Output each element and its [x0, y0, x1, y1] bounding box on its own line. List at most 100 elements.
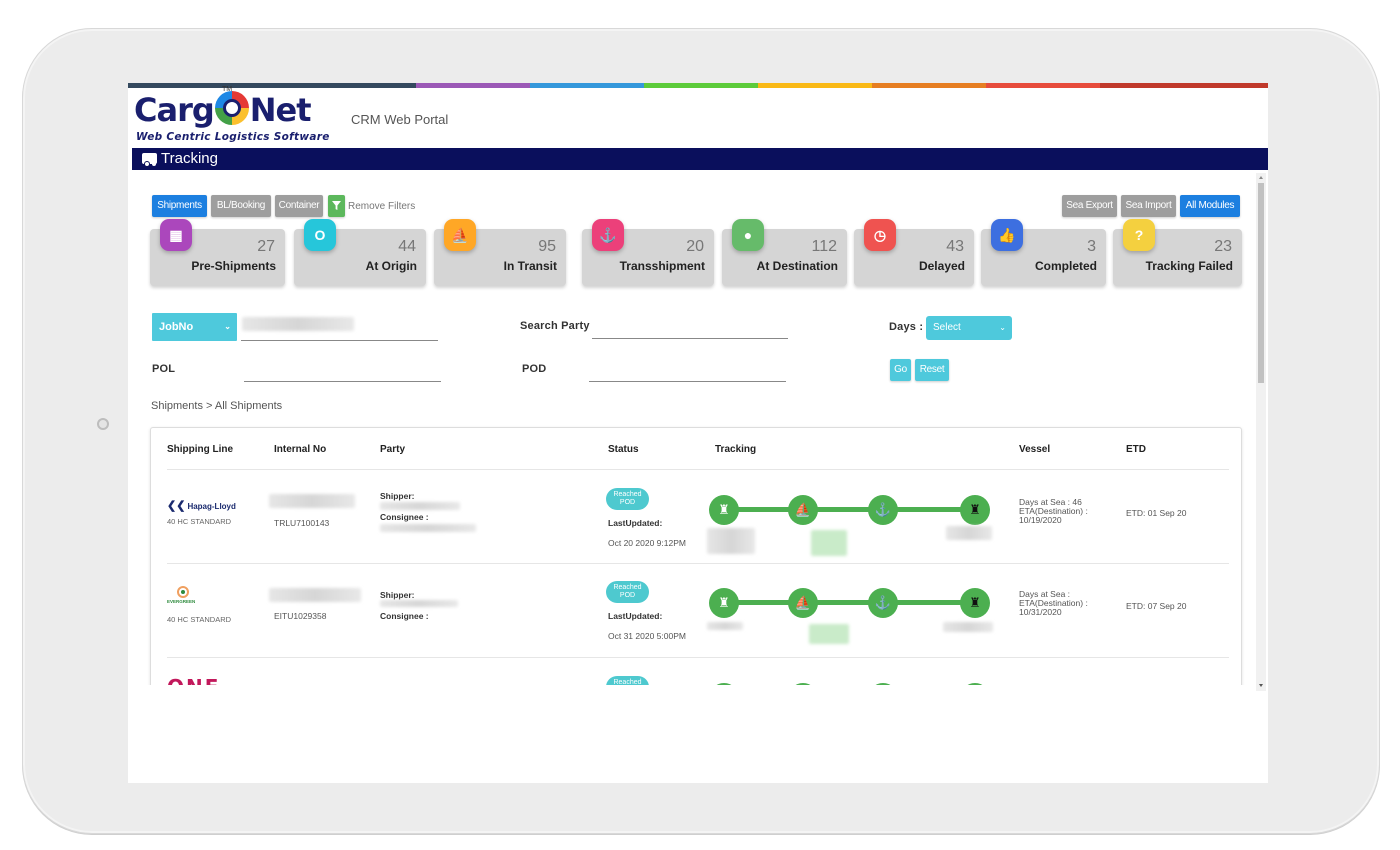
header-shipping-line[interactable]: Shipping Line — [167, 444, 233, 455]
tracking-origin-redacted — [707, 528, 755, 554]
tab-shipments[interactable]: Shipments — [152, 195, 207, 217]
tracking-origin-redacted — [707, 622, 743, 630]
origin-port-icon[interactable]: ♜ — [709, 588, 739, 618]
stat-card-transshipment[interactable]: ⚓ 20 Transshipment — [582, 219, 714, 286]
go-button[interactable]: Go — [890, 359, 911, 381]
internal-no[interactable]: TRLU7100143 — [274, 518, 329, 528]
ship-icon[interactable]: ⛵ — [788, 495, 818, 525]
stat-card-in-transit[interactable]: ⛵ 95 In Transit — [434, 219, 566, 286]
etd-value: ETD: 01 Sep 20 — [1126, 508, 1187, 518]
scroll-up-icon[interactable] — [1259, 176, 1263, 179]
origin-port-icon[interactable]: ♜ — [709, 495, 739, 525]
hapag-lloyd-icon: ❮❮ — [167, 500, 186, 512]
reset-button[interactable]: Reset — [915, 359, 949, 381]
eta-value: 10/31/2020 — [1019, 607, 1062, 617]
map-pin-icon: ● — [732, 219, 764, 251]
stat-card-at-origin[interactable]: O 44 At Origin — [294, 219, 426, 286]
stat-label: Pre-Shipments — [191, 259, 276, 273]
pod-label: POD — [522, 363, 547, 375]
sea-import-button[interactable]: Sea Import — [1121, 195, 1176, 217]
header-party[interactable]: Party — [380, 444, 405, 455]
search-value-input[interactable] — [241, 340, 438, 341]
ship-icon: ⛵ — [444, 219, 476, 251]
shipping-line-name: EVERGREEN — [167, 599, 196, 604]
status-badge: Reached POD — [606, 488, 649, 510]
internal-no[interactable]: EITU1029358 — [274, 611, 326, 621]
home-button[interactable] — [97, 418, 109, 430]
scrollbar-thumb[interactable] — [1258, 183, 1264, 383]
main-content: Shipments BL/Booking Container Remove Fi… — [132, 173, 1257, 783]
logo-text-right: Net — [249, 91, 312, 129]
stat-card-delayed[interactable]: ◷ 43 Delayed — [854, 219, 974, 286]
sea-export-button[interactable]: Sea Export — [1062, 195, 1117, 217]
pol-label: POL — [152, 363, 176, 375]
search-value-redacted — [242, 317, 354, 331]
header-tracking[interactable]: Tracking — [715, 444, 756, 455]
cargonet-logo[interactable]: Carg Net TM Web Centric Logistics Softwar… — [134, 86, 329, 148]
days-label: Days : — [889, 321, 924, 333]
page-scrollbar[interactable] — [1256, 173, 1266, 691]
thumbs-up-icon: 👍 — [991, 219, 1023, 251]
vessel-info: Days at Sea : 46 ETA(Destination) : 10/1… — [1019, 498, 1088, 525]
job-no-redacted — [269, 494, 355, 508]
search-party-label: Search Party — [520, 320, 590, 332]
last-updated-label: LastUpdated: — [608, 518, 663, 528]
logo-text-left: Carg — [134, 91, 215, 129]
header-etd[interactable]: ETD — [1126, 444, 1146, 455]
viewport-cutoff — [132, 685, 1257, 783]
tracking-line — [723, 507, 975, 512]
screen: Carg Net TM Web Centric Logistics Softwar… — [128, 83, 1268, 783]
tracking-vessel-redacted — [809, 624, 849, 644]
shipper-label: Shipper: — [380, 491, 415, 501]
header-internal-no[interactable]: Internal No — [274, 444, 326, 455]
remove-filters-label[interactable]: Remove Filters — [348, 201, 415, 212]
last-updated-label: LastUpdated: — [608, 611, 663, 621]
tab-bl-booking[interactable]: BL/Booking — [211, 195, 271, 217]
breadcrumb[interactable]: Shipments > All Shipments — [151, 400, 282, 412]
clock-icon: ◷ — [864, 219, 896, 251]
search-by-value: JobNo — [159, 321, 194, 333]
remove-filters-button[interactable] — [328, 195, 345, 217]
tracking-destination-redacted — [946, 526, 992, 540]
consignee-redacted — [380, 524, 476, 532]
origin-icon: O — [304, 219, 336, 251]
logo-ring-icon — [214, 91, 249, 125]
tracking-line — [723, 600, 975, 605]
stat-card-completed[interactable]: 👍 3 Completed — [981, 219, 1106, 286]
tab-container[interactable]: Container — [275, 195, 323, 217]
anchor-icon: ⚓ — [592, 219, 624, 251]
anchor-icon[interactable]: ⚓ — [868, 495, 898, 525]
stat-count: 23 — [1214, 238, 1232, 255]
stat-label: Delayed — [918, 259, 965, 273]
page-title: Tracking — [161, 150, 218, 167]
search-party-input[interactable] — [592, 338, 788, 339]
consignee-label: Consignee : — [380, 512, 429, 522]
stat-count: 3 — [1087, 238, 1096, 255]
anchor-icon[interactable]: ⚓ — [868, 588, 898, 618]
row-divider — [167, 657, 1229, 658]
destination-port-icon[interactable]: ♜ — [960, 588, 990, 618]
shipping-line-name: Hapag-Lloyd — [187, 502, 236, 511]
portal-title: CRM Web Portal — [351, 112, 449, 127]
tracking-destination-redacted — [943, 622, 993, 632]
search-by-select[interactable]: JobNo ⌄ — [152, 313, 237, 341]
all-modules-button[interactable]: All Modules — [1180, 195, 1240, 217]
stat-card-tracking-failed[interactable]: ? 23 Tracking Failed — [1113, 219, 1242, 286]
stat-count: 112 — [811, 238, 837, 255]
last-updated-value: Oct 31 2020 5:00PM — [608, 631, 686, 641]
ship-icon[interactable]: ⛵ — [788, 588, 818, 618]
days-select-value: Select — [933, 322, 961, 333]
stat-card-at-destination[interactable]: ● 112 At Destination — [722, 219, 847, 286]
scroll-down-icon[interactable] — [1259, 684, 1263, 687]
pol-input[interactable] — [244, 381, 441, 382]
pod-input[interactable] — [589, 381, 786, 382]
stat-card-pre-shipments[interactable]: ▦ 27 Pre-Shipments — [150, 219, 285, 286]
destination-port-icon[interactable]: ♜ — [960, 495, 990, 525]
header-status[interactable]: Status — [608, 444, 639, 455]
stat-count: 43 — [946, 238, 964, 255]
filter-icon — [332, 201, 341, 210]
truck-icon — [142, 153, 157, 167]
days-select[interactable]: Select ⌄ — [926, 316, 1012, 340]
chevron-down-icon: ⌄ — [224, 322, 231, 331]
header-vessel[interactable]: Vessel — [1019, 444, 1050, 455]
